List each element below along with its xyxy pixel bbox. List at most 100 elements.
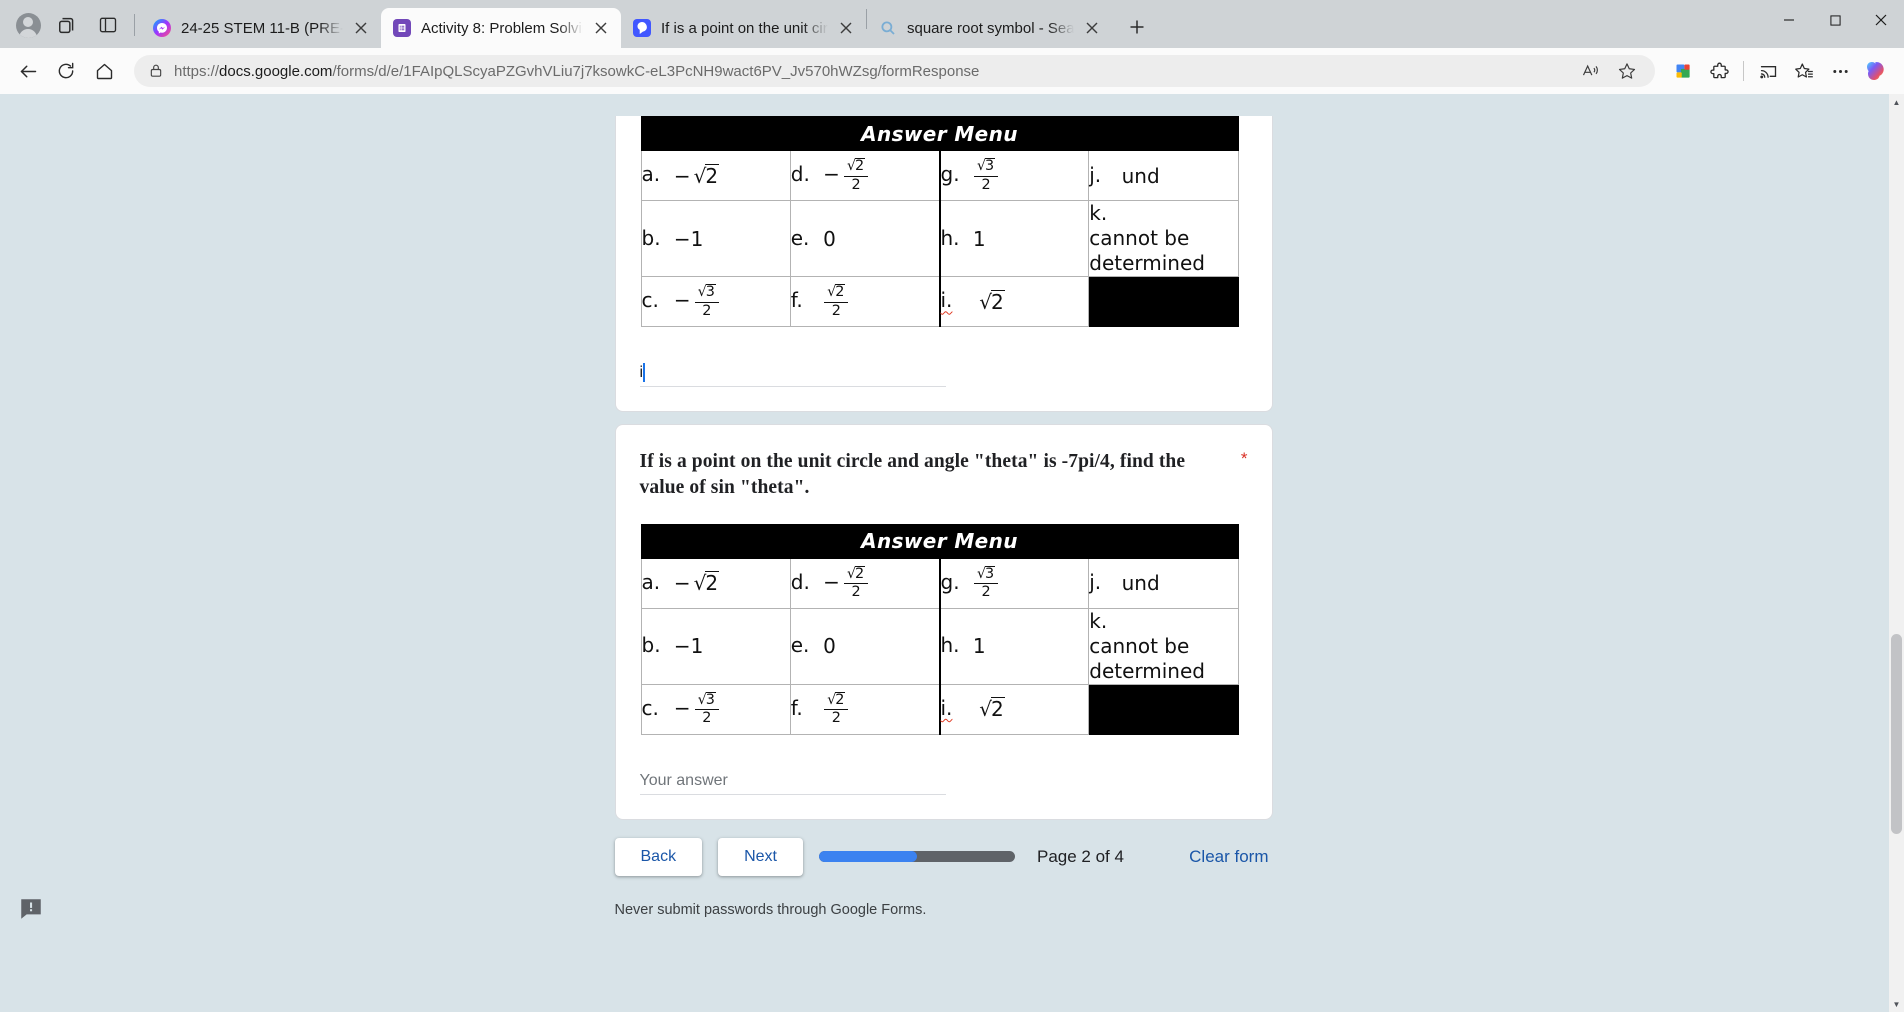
tab-close-icon-3[interactable]	[1080, 16, 1104, 40]
question-card-sin-theta: If is a point on the unit circle and ang…	[614, 424, 1273, 820]
answer-label-e: e.	[790, 225, 810, 250]
answer-label-c: c.	[641, 288, 659, 312]
answer-label-h: h.	[940, 633, 960, 658]
table-row: a. − √2 d. − √2 2 g. √3 2 j. und	[640, 557, 1239, 609]
browser-tab-1[interactable]: Activity 8: Problem Solving on Cir	[381, 8, 621, 48]
answer-label-d: d.	[790, 162, 810, 186]
page-scrollbar[interactable]: ▲ ▼	[1889, 94, 1904, 1012]
reload-icon[interactable]	[48, 53, 84, 89]
answer-label-h: h.	[940, 225, 960, 250]
tab-close-icon-1[interactable]	[589, 16, 613, 40]
favorite-star-icon[interactable]	[1609, 53, 1645, 89]
answer-menu-table-1: Answer Menu a. − √2 d. − √2 2 g. √3 2 j.…	[640, 116, 1239, 327]
browser-tab-0[interactable]: 24-25 STEM 11-B (PRE-CALCULUS)	[141, 8, 381, 48]
browser-toolbar: https://docs.google.com/forms/d/e/1FAIpQ…	[0, 48, 1904, 94]
answer-value-e: 0	[823, 226, 836, 251]
form-page: Answer Menu a. − √2 d. − √2 2 g. √3 2 j.…	[0, 94, 1889, 1012]
answer-value-h: 1	[972, 634, 986, 659]
answer-cell-h: h. 1	[938, 200, 1090, 277]
answer-cell-a: a. − √2	[640, 150, 791, 201]
browser-tab-3[interactable]: square root symbol - Search	[867, 8, 1112, 48]
answer-menu-header-row: Answer Menu	[640, 523, 1239, 559]
profile-avatar[interactable]	[8, 5, 48, 45]
address-bar[interactable]: https://docs.google.com/forms/d/e/1FAIpQ…	[134, 55, 1655, 87]
browser-window: 24-25 STEM 11-B (PRE-CALCULUS) Activity …	[0, 0, 1904, 1012]
answer-cell-d: d. − √2 2	[789, 557, 941, 609]
table-row: b. −1 e. 0 h. 1 k.cannot be determined	[640, 200, 1239, 277]
collections-icon[interactable]	[1786, 53, 1822, 89]
answer-cell-j: j. und	[1088, 557, 1239, 609]
answer-label-a: a.	[641, 162, 661, 187]
answer-cell-b: b. −1	[640, 607, 791, 685]
answer-label-c: c.	[641, 695, 659, 720]
browser-tab-2[interactable]: If is a point on the unit circle and	[621, 8, 866, 48]
answer-label-f: f.	[790, 695, 803, 720]
form-disclaimer: Never submit passwords through Google Fo…	[614, 901, 927, 918]
answer-label-d: d.	[790, 569, 810, 594]
answer-value-k: cannot be determined	[1089, 633, 1205, 683]
omnibox-actions	[1573, 53, 1645, 89]
answer-cell-h: h. 1	[938, 607, 1090, 685]
feedback-icon[interactable]	[18, 896, 44, 922]
answer-cell-c: c. − √3 2	[640, 276, 791, 327]
close-window-button[interactable]	[1858, 0, 1904, 40]
home-icon[interactable]	[86, 53, 122, 89]
maximize-button[interactable]	[1812, 0, 1858, 40]
answer-cell-k: k.cannot be determined	[1088, 200, 1239, 277]
cast-icon[interactable]	[1750, 53, 1786, 89]
answer-cell-e: e. 0	[789, 607, 941, 685]
answer-label-e: e.	[790, 633, 810, 658]
tabstrip-divider	[134, 14, 135, 36]
new-tab-button[interactable]	[1120, 10, 1154, 44]
answer-input-sin-theta[interactable]: Your answer	[639, 765, 946, 795]
back-button[interactable]: Back	[614, 837, 703, 876]
answer-label-k: k.	[1089, 201, 1108, 225]
tab-close-icon-2[interactable]	[834, 16, 858, 40]
settings-more-icon[interactable]	[1822, 53, 1858, 89]
answer-value-b: −1	[673, 226, 704, 251]
answer-label-b: b.	[641, 225, 661, 250]
question-text: If is a point on the unit circle and ang…	[639, 451, 1186, 499]
table-row: c. − √3 2 f. √2 2 i. √2	[640, 276, 1239, 327]
form-progress-fill	[818, 851, 917, 863]
vertical-tabs-icon[interactable]	[88, 5, 128, 45]
next-button[interactable]: Next	[718, 837, 803, 876]
google-drive-extension-icon[interactable]	[1665, 53, 1701, 89]
answer-menu-title: Answer Menu	[640, 523, 1239, 559]
answer-label-i: i.	[940, 288, 953, 313]
minimize-button[interactable]	[1766, 0, 1812, 40]
copilot-icon[interactable]	[1858, 53, 1894, 89]
form-progress-bar	[818, 851, 1015, 863]
tab-title-2: If is a point on the unit circle and	[661, 19, 828, 37]
page-indicator: Page 2 of 4	[1036, 846, 1124, 866]
tab-close-icon-0[interactable]	[349, 16, 373, 40]
table-row: c. − √3 2 f. √2 2 i. √2	[640, 683, 1239, 735]
scroll-down-arrow[interactable]: ▼	[1889, 996, 1904, 1012]
answer-input-previous[interactable]: i	[639, 357, 946, 387]
extensions-icon[interactable]	[1701, 53, 1737, 89]
answer-cell-g: g. √3 2	[938, 557, 1090, 609]
answer-value-h: 1	[972, 226, 986, 251]
answer-cell-i: i. √2	[938, 683, 1090, 735]
answer-label-b: b.	[641, 633, 661, 658]
answer-cell-i: i. √2	[938, 276, 1090, 327]
clear-form-link[interactable]: Clear form	[1189, 847, 1272, 867]
answer-label-g: g.	[940, 569, 960, 594]
scroll-up-arrow[interactable]: ▲	[1889, 94, 1904, 110]
answer-label-a: a.	[641, 569, 661, 594]
scrollbar-thumb[interactable]	[1891, 634, 1902, 834]
answer-value-e: 0	[823, 634, 836, 659]
answer-label-j: j.	[1089, 162, 1102, 187]
answer-label-i: i.	[940, 695, 953, 720]
back-icon[interactable]	[10, 53, 46, 89]
tab-actions-icon[interactable]	[48, 5, 88, 45]
answer-cell-e: e. 0	[789, 200, 941, 277]
read-aloud-icon[interactable]	[1573, 53, 1609, 89]
page-viewport: Answer Menu a. − √2 d. − √2 2 g. √3 2 j.…	[0, 94, 1904, 1012]
form-column: Answer Menu a. − √2 d. − √2 2 g. √3 2 j.…	[614, 116, 1273, 918]
tab-title-3: square root symbol - Search	[907, 19, 1074, 37]
answer-label-k: k.	[1089, 608, 1108, 633]
answer-cell-g: g. √3 2	[938, 150, 1090, 201]
search-icon	[879, 19, 897, 37]
tab-title-0: 24-25 STEM 11-B (PRE-CALCULUS)	[181, 19, 343, 37]
